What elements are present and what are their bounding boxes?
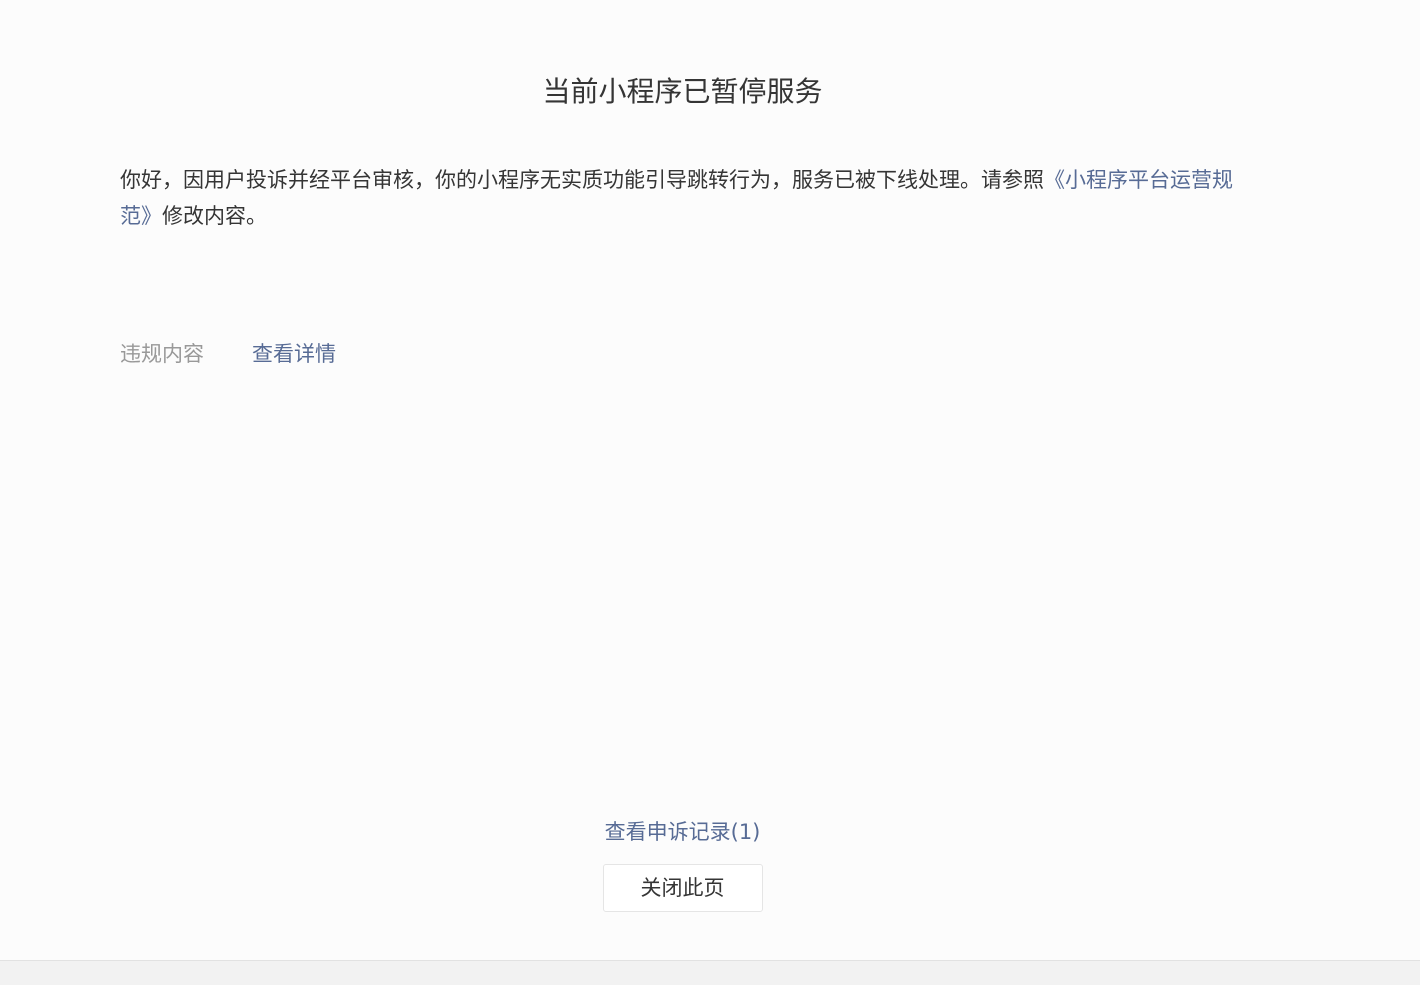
footer-actions: 查看申诉记录(1) 关闭此页: [0, 814, 1365, 912]
suspension-notice: 你好，因用户投诉并经平台审核，你的小程序无实质功能引导跳转行为，服务已被下线处理…: [120, 162, 1260, 234]
bottom-bar: [0, 960, 1420, 985]
page-title: 当前小程序已暂停服务: [542, 75, 823, 108]
close-page-button[interactable]: 关闭此页: [602, 864, 763, 912]
view-details-link[interactable]: 查看详情: [252, 338, 336, 370]
notice-text-before: 你好，因用户投诉并经平台审核，你的小程序无实质功能引导跳转行为，服务已被下线处理…: [120, 168, 1044, 192]
suspension-page: 当前小程序已暂停服务 你好，因用户投诉并经平台审核，你的小程序无实质功能引导跳转…: [0, 0, 1420, 985]
violation-row: 违规内容 查看详情: [120, 338, 336, 370]
appeal-records-link[interactable]: 查看申诉记录(1): [605, 814, 761, 850]
notice-text-after: 修改内容。: [162, 204, 267, 228]
violation-label: 违规内容: [120, 342, 204, 366]
